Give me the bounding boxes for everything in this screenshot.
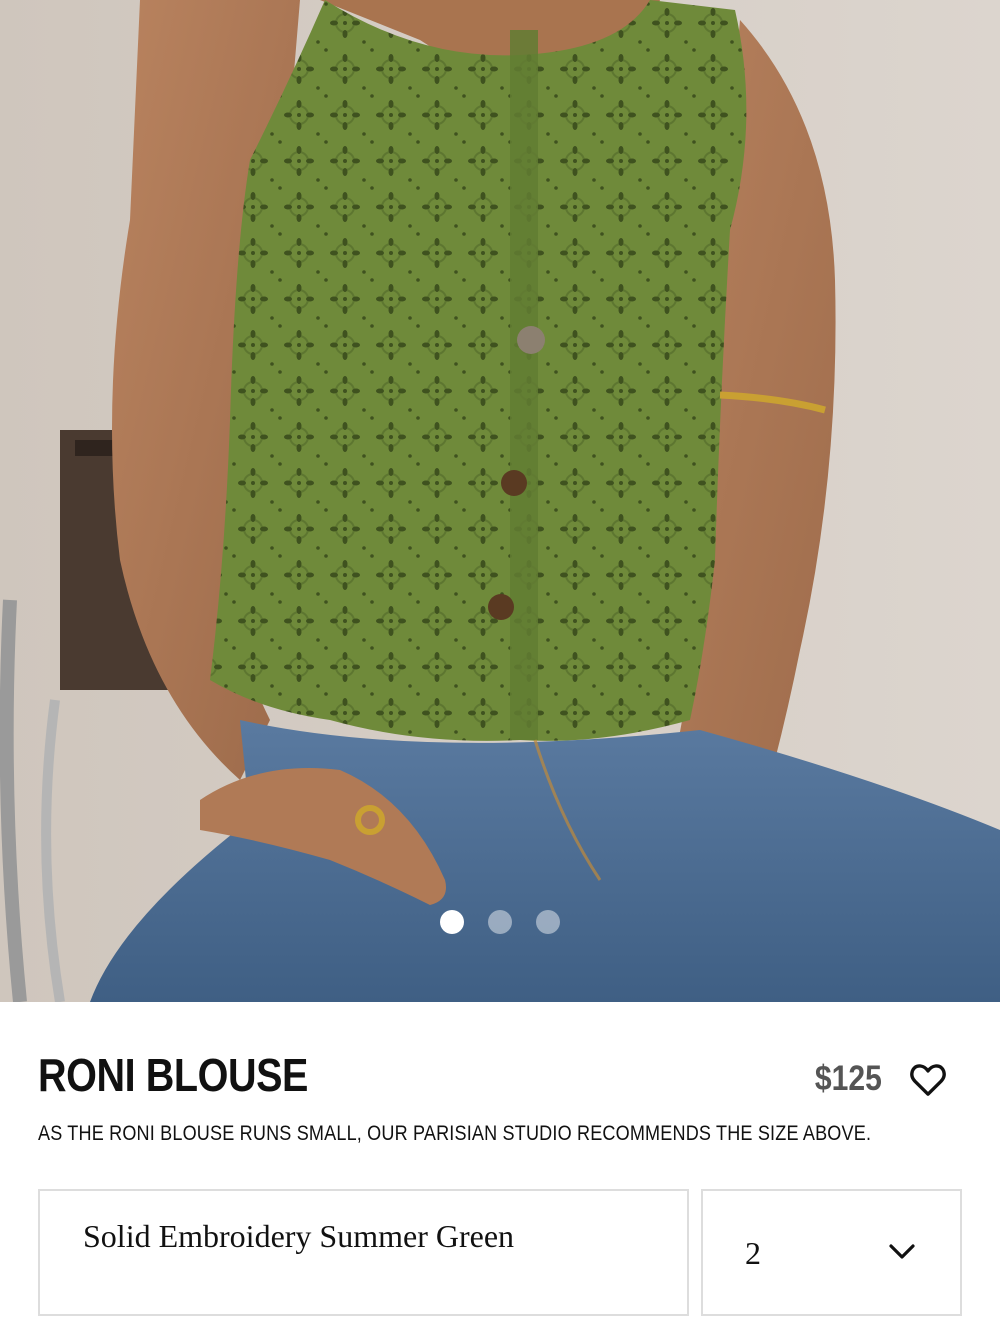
carousel-dot-3[interactable] [536,910,560,934]
carousel-dot-2[interactable] [488,910,512,934]
product-title: RONI BLOUSE [38,1049,309,1101]
heart-outline-icon[interactable] [908,1060,948,1100]
product-photo [0,0,1000,1002]
chevron-down-icon [889,1244,915,1259]
size-recommendation-note: AS THE RONI BLOUSE RUNS SMALL, OUR PARIS… [38,1122,872,1145]
carousel-dot-1[interactable] [440,910,464,934]
color-select-value: Solid Embroidery Summer Green [83,1218,515,1254]
product-price: $125 [815,1059,882,1098]
size-select-value: 2 [745,1235,761,1271]
color-select[interactable]: Solid Embroidery Summer Green [38,1189,689,1316]
product-image-carousel[interactable] [0,0,1000,1002]
size-select[interactable]: 2 [701,1189,962,1316]
carousel-pagination [0,910,1000,934]
